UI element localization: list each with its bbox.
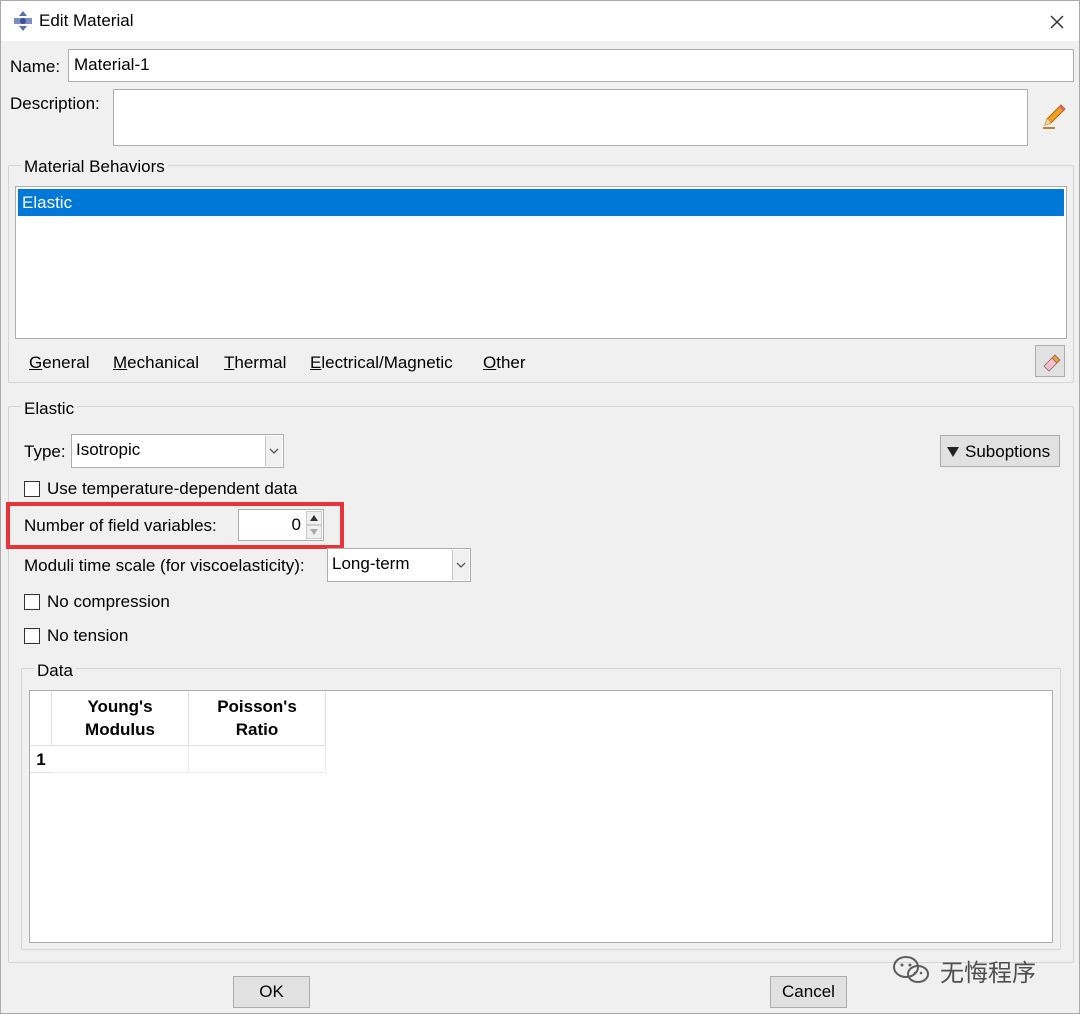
suboptions-button[interactable]: Suboptions xyxy=(940,435,1060,467)
menu-other[interactable]: Other xyxy=(483,353,526,373)
menu-electrical-magnetic[interactable]: Electrical/Magnetic xyxy=(310,353,453,373)
moduli-label: Moduli time scale (for viscoelasticity): xyxy=(24,556,305,575)
elastic-group-label: Elastic xyxy=(21,399,78,419)
edit-material-dialog: Edit Material Name: Material-1 Descripti… xyxy=(0,0,1080,1014)
menu-mechanical[interactable]: Mechanical xyxy=(113,353,199,373)
column-header-line: Young's xyxy=(87,697,153,716)
title-bar: Edit Material xyxy=(1,1,1079,41)
no-compression-label: No compression xyxy=(47,592,170,611)
table-cell[interactable] xyxy=(189,746,326,773)
no-compression-checkbox[interactable] xyxy=(24,594,40,610)
name-field[interactable]: Material-1 xyxy=(68,49,1074,82)
moduli-select[interactable]: Long-term xyxy=(327,548,471,582)
column-header-line: Poisson's xyxy=(217,697,297,716)
type-select[interactable]: Isotropic xyxy=(71,434,284,468)
name-label: Name: xyxy=(10,57,61,76)
type-value: Isotropic xyxy=(76,440,141,459)
abaqus-app-icon xyxy=(14,11,32,31)
column-header-youngs-modulus[interactable]: Young's Modulus xyxy=(52,691,189,746)
cancel-button[interactable]: Cancel xyxy=(770,976,847,1008)
ok-button[interactable]: OK xyxy=(233,976,310,1008)
eraser-button[interactable] xyxy=(1035,345,1065,377)
triangle-down-icon xyxy=(947,447,959,457)
eraser-icon xyxy=(1043,354,1061,372)
menu-general[interactable]: General xyxy=(29,353,90,373)
table-cell[interactable] xyxy=(52,746,189,773)
temp-dependent-label: Use temperature-dependent data xyxy=(47,479,298,498)
menu-thermal[interactable]: Thermal xyxy=(224,353,286,373)
material-behaviors-label: Material Behaviors xyxy=(21,157,168,177)
close-icon[interactable] xyxy=(1039,6,1075,38)
data-table[interactable]: Young's Modulus Poisson's Ratio 1 xyxy=(29,690,1053,943)
row-index: 1 xyxy=(30,746,52,773)
no-tension-checkbox[interactable] xyxy=(24,628,40,644)
table-corner xyxy=(30,691,52,746)
type-label: Type: xyxy=(24,442,66,461)
watermark-text: 无悔程序 xyxy=(940,959,1036,987)
chevron-down-icon xyxy=(452,550,469,580)
column-header-line: Ratio xyxy=(235,720,279,739)
suboptions-label: Suboptions xyxy=(965,442,1051,461)
column-header-poissons-ratio[interactable]: Poisson's Ratio xyxy=(189,691,326,746)
list-item-label: Elastic xyxy=(22,193,73,212)
temp-dependent-checkbox[interactable] xyxy=(24,481,40,497)
no-tension-label: No tension xyxy=(47,626,129,645)
behaviors-list[interactable]: Elastic xyxy=(15,186,1067,339)
description-label: Description: xyxy=(10,94,100,113)
wechat-icon xyxy=(893,956,929,983)
window-title: Edit Material xyxy=(39,11,134,30)
chevron-down-icon xyxy=(265,436,282,466)
highlight-box xyxy=(6,502,344,549)
description-field[interactable] xyxy=(113,89,1028,146)
list-item[interactable]: Elastic xyxy=(18,189,1064,216)
data-group-label: Data xyxy=(34,661,76,681)
column-header-line: Modulus xyxy=(85,720,155,739)
pencil-icon[interactable] xyxy=(1039,101,1069,131)
moduli-value: Long-term xyxy=(332,554,410,573)
name-value: Material-1 xyxy=(74,55,150,74)
